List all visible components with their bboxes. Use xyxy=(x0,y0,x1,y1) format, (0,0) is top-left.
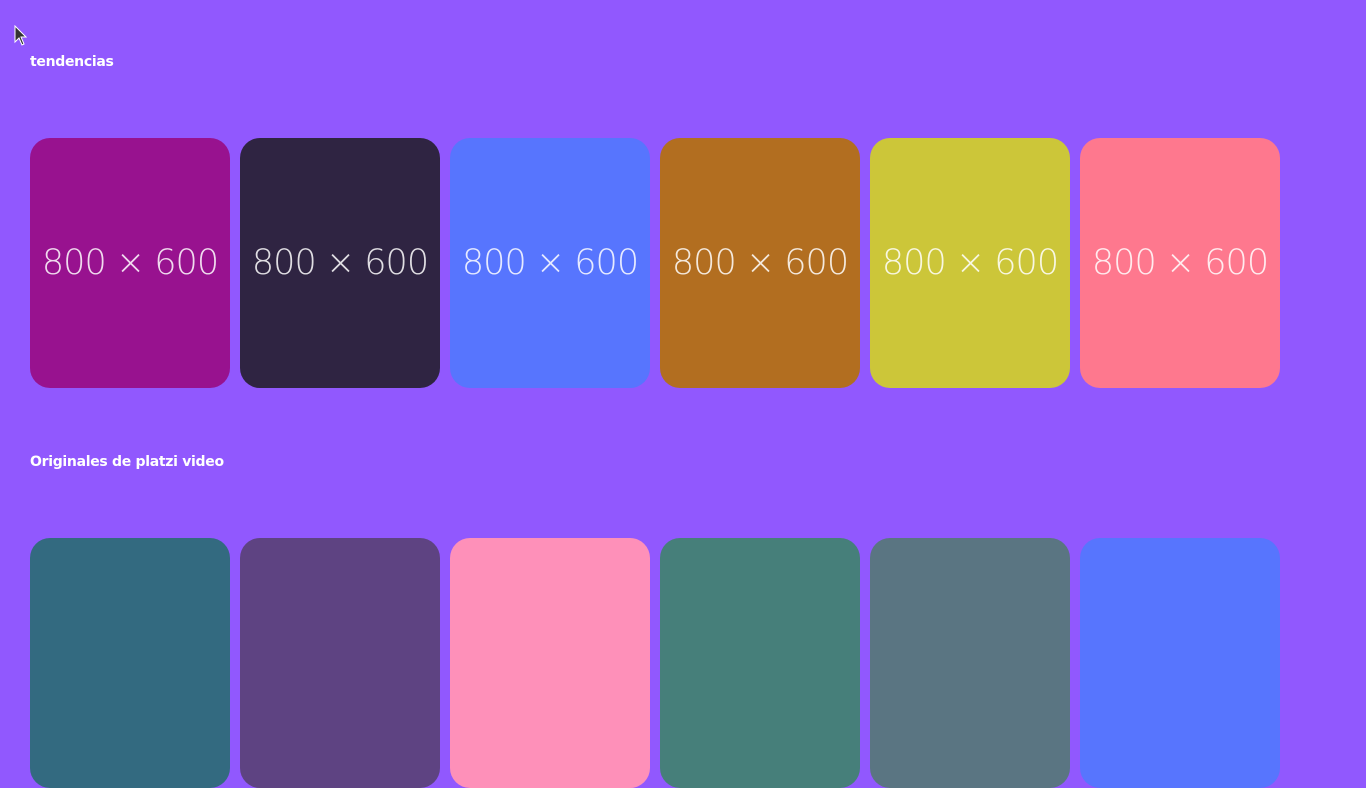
placeholder-label: 800 × 600 xyxy=(1091,243,1269,283)
placeholder-label: 800 × 600 xyxy=(41,243,219,283)
placeholder-label: 800 × 600 xyxy=(461,243,639,283)
placeholder-label: 800 × 600 xyxy=(671,243,849,283)
carousel-item[interactable] xyxy=(660,538,860,788)
carousel-item[interactable]: 800 × 600 xyxy=(450,138,650,388)
carousel-item[interactable]: 800 × 600 xyxy=(1080,138,1280,388)
placeholder-label: 800 × 600 xyxy=(251,243,429,283)
carousel-item[interactable] xyxy=(30,538,230,788)
mouse-cursor-icon xyxy=(14,25,28,46)
section-title-originales: Originales de platzi video xyxy=(30,454,224,470)
carousel-item[interactable]: 800 × 600 xyxy=(30,138,230,388)
carousel-originales xyxy=(30,538,1280,788)
carousel-item[interactable] xyxy=(240,538,440,788)
carousel-tendencias: 800 × 600 800 × 600 800 × 600 800 × 600 … xyxy=(30,138,1280,388)
section-title-tendencias: tendencias xyxy=(30,54,114,70)
carousel-item[interactable] xyxy=(1080,538,1280,788)
carousel-item[interactable] xyxy=(870,538,1070,788)
carousel-item[interactable]: 800 × 600 xyxy=(660,138,860,388)
carousel-item[interactable] xyxy=(450,538,650,788)
carousel-item[interactable]: 800 × 600 xyxy=(870,138,1070,388)
carousel-item[interactable]: 800 × 600 xyxy=(240,138,440,388)
placeholder-label: 800 × 600 xyxy=(881,243,1059,283)
